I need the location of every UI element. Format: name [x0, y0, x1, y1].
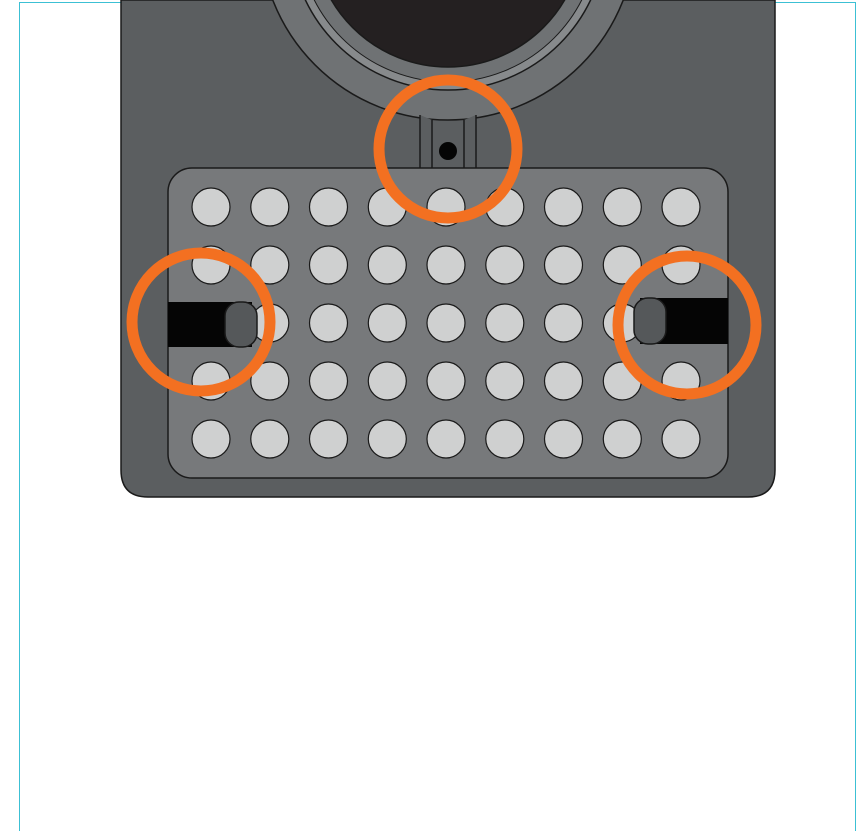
plate-hole: [367, 245, 407, 285]
plate-hole: [191, 419, 231, 459]
right-slot-latch: [633, 297, 728, 345]
plate-hole: [543, 187, 584, 227]
plate-hole: [308, 245, 349, 285]
plate-hole: [661, 187, 701, 227]
plate-hole: [602, 187, 642, 227]
plate-hole: [543, 361, 584, 401]
plate-hole: [485, 245, 525, 285]
plate-hole: [661, 419, 701, 459]
plate-hole: [485, 419, 525, 459]
plate-hole: [191, 187, 231, 227]
plate-hole: [367, 303, 407, 343]
plate-hole: [426, 361, 466, 401]
right-slider-knob: [633, 297, 667, 345]
plate-hole: [367, 361, 407, 401]
plate-hole: [543, 245, 584, 285]
plate-hole: [308, 303, 349, 343]
plate-hole: [250, 187, 290, 227]
plate-hole: [543, 419, 584, 459]
plate-hole: [308, 361, 349, 401]
plate-hole: [250, 419, 290, 459]
plate-hole: [543, 303, 584, 343]
lens-clip-right-prong: [463, 115, 477, 177]
plate-hole: [308, 419, 349, 459]
plate-hole: [426, 303, 466, 343]
plate-hole: [485, 361, 525, 401]
plate-hole: [485, 303, 525, 343]
device-illustration: [120, 0, 776, 498]
plate-hole: [426, 419, 466, 459]
lens-clip-dot: [439, 142, 457, 160]
lens-clip-left-prong: [419, 115, 433, 177]
plate-hole: [308, 187, 349, 227]
plate-hole: [426, 245, 466, 285]
plate-hole: [367, 419, 407, 459]
left-slot-latch: [168, 301, 258, 348]
plate-hole: [602, 419, 642, 459]
left-slider-knob: [224, 301, 258, 348]
